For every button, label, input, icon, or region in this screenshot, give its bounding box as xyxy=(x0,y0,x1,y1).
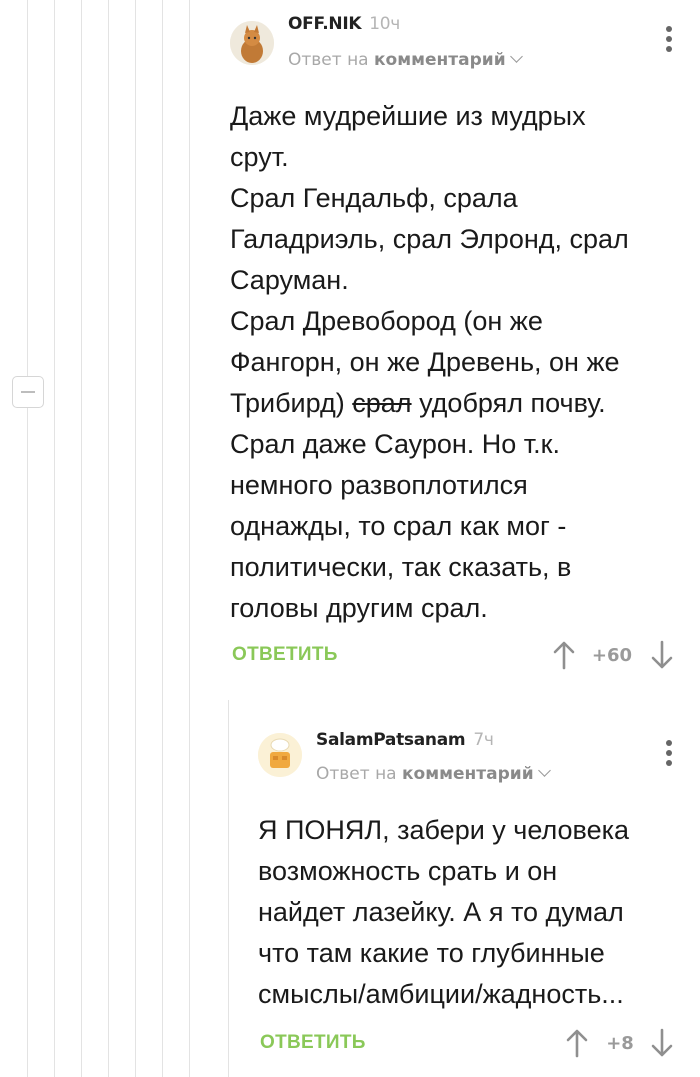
chevron-down-icon[interactable] xyxy=(537,764,551,777)
dot xyxy=(666,750,672,756)
comment-thread: OFF.NIK 10ч Ответ на комментарий Даже муд… xyxy=(0,0,700,1077)
strikethrough-text: срал xyxy=(352,388,412,418)
rating-value: +8 xyxy=(606,1033,634,1054)
avatar[interactable] xyxy=(258,733,302,777)
comment-time: 10ч xyxy=(369,14,401,34)
chevron-down-icon[interactable] xyxy=(509,50,523,63)
thread-line xyxy=(27,0,28,1077)
comment-line: Даже мудрейшие из мудрых xyxy=(230,101,586,131)
comment-line: Срал Древобород (он же xyxy=(230,306,543,336)
avatar[interactable] xyxy=(230,21,274,65)
comment-line: политически, так сказать, в xyxy=(230,552,572,582)
comment-line: головы другим срал. xyxy=(230,593,488,623)
dot xyxy=(666,26,672,32)
rating-value: +60 xyxy=(591,645,633,666)
arrow-down-icon[interactable] xyxy=(650,1028,674,1058)
comment-text: Трибирд) xyxy=(230,388,353,418)
author-label[interactable]: SalamPatsanam xyxy=(316,730,466,750)
reply-button[interactable]: ОТВЕТИТЬ xyxy=(260,1032,366,1054)
more-options-button[interactable] xyxy=(666,26,672,56)
dot xyxy=(666,36,672,42)
arrow-up-icon[interactable] xyxy=(565,1028,589,1058)
arrow-up-icon[interactable] xyxy=(552,640,576,670)
comment-line: немного развоплотился xyxy=(230,470,528,500)
comment-line: найдет лазейку. А я то думал xyxy=(258,897,624,927)
reply-prefix: Ответ на xyxy=(288,50,369,70)
comment-line: возможность срать и он xyxy=(258,856,558,886)
author-name[interactable]: OFF.NIK 10ч xyxy=(288,14,400,34)
comment-line: смыслы/амбиции/жадность... xyxy=(258,979,624,1009)
dot xyxy=(666,760,672,766)
more-options-button[interactable] xyxy=(666,740,672,770)
dot xyxy=(666,46,672,52)
author-name[interactable]: SalamPatsanam 7ч xyxy=(316,730,494,750)
comment-line: Галадриэль, срал Элронд, срал xyxy=(230,224,629,254)
reply-target[interactable]: комментарий xyxy=(374,50,506,70)
comment-line: что там какие то глубинные xyxy=(258,938,605,968)
collapse-thread-button[interactable] xyxy=(12,376,44,408)
reply-to-link[interactable]: Ответ на комментарий xyxy=(288,50,523,70)
comment-body: Я ПОНЯЛ, забери у человека возможность с… xyxy=(258,810,688,1015)
comment-line: Трибирд) срал удобрял почву. xyxy=(230,383,670,424)
comment-line: Срал даже Саурон. Но т.к. xyxy=(230,429,560,459)
comment-line: однажды, то срал как мог - xyxy=(230,511,567,541)
thread-line xyxy=(54,0,55,1077)
dot xyxy=(666,740,672,746)
thread-line xyxy=(108,0,109,1077)
comment-actions: ОТВЕТИТЬ +8 xyxy=(258,1026,686,1060)
comment-actions: ОТВЕТИТЬ +60 xyxy=(230,638,686,672)
thread-line xyxy=(189,0,190,1077)
arrow-down-icon[interactable] xyxy=(650,640,674,670)
comment-body: Даже мудрейшие из мудрых срут. Срал Генд… xyxy=(230,96,670,629)
thread-line xyxy=(81,0,82,1077)
comment-line: Я ПОНЯЛ, забери у человека xyxy=(258,815,630,845)
cat-avatar-icon xyxy=(230,21,274,65)
comment-text: удобрял почву. xyxy=(411,388,606,418)
reply-button[interactable]: ОТВЕТИТЬ xyxy=(232,644,338,666)
comment-line: срут. xyxy=(230,142,289,172)
chef-avatar-icon xyxy=(258,733,302,777)
comment-time: 7ч xyxy=(473,730,494,750)
comment-line: Фангорн, он же Древень, он же xyxy=(230,347,620,377)
author-label[interactable]: OFF.NIK xyxy=(288,14,362,34)
reply-prefix: Ответ на xyxy=(316,764,397,784)
comment-line: Срал Гендальф, срала xyxy=(230,183,518,213)
comment-line: Саруман. xyxy=(230,265,349,295)
reply-target[interactable]: комментарий xyxy=(402,764,534,784)
thread-line xyxy=(135,0,136,1077)
reply-to-link[interactable]: Ответ на комментарий xyxy=(316,764,551,784)
thread-line xyxy=(228,700,229,1077)
thread-line xyxy=(162,0,163,1077)
